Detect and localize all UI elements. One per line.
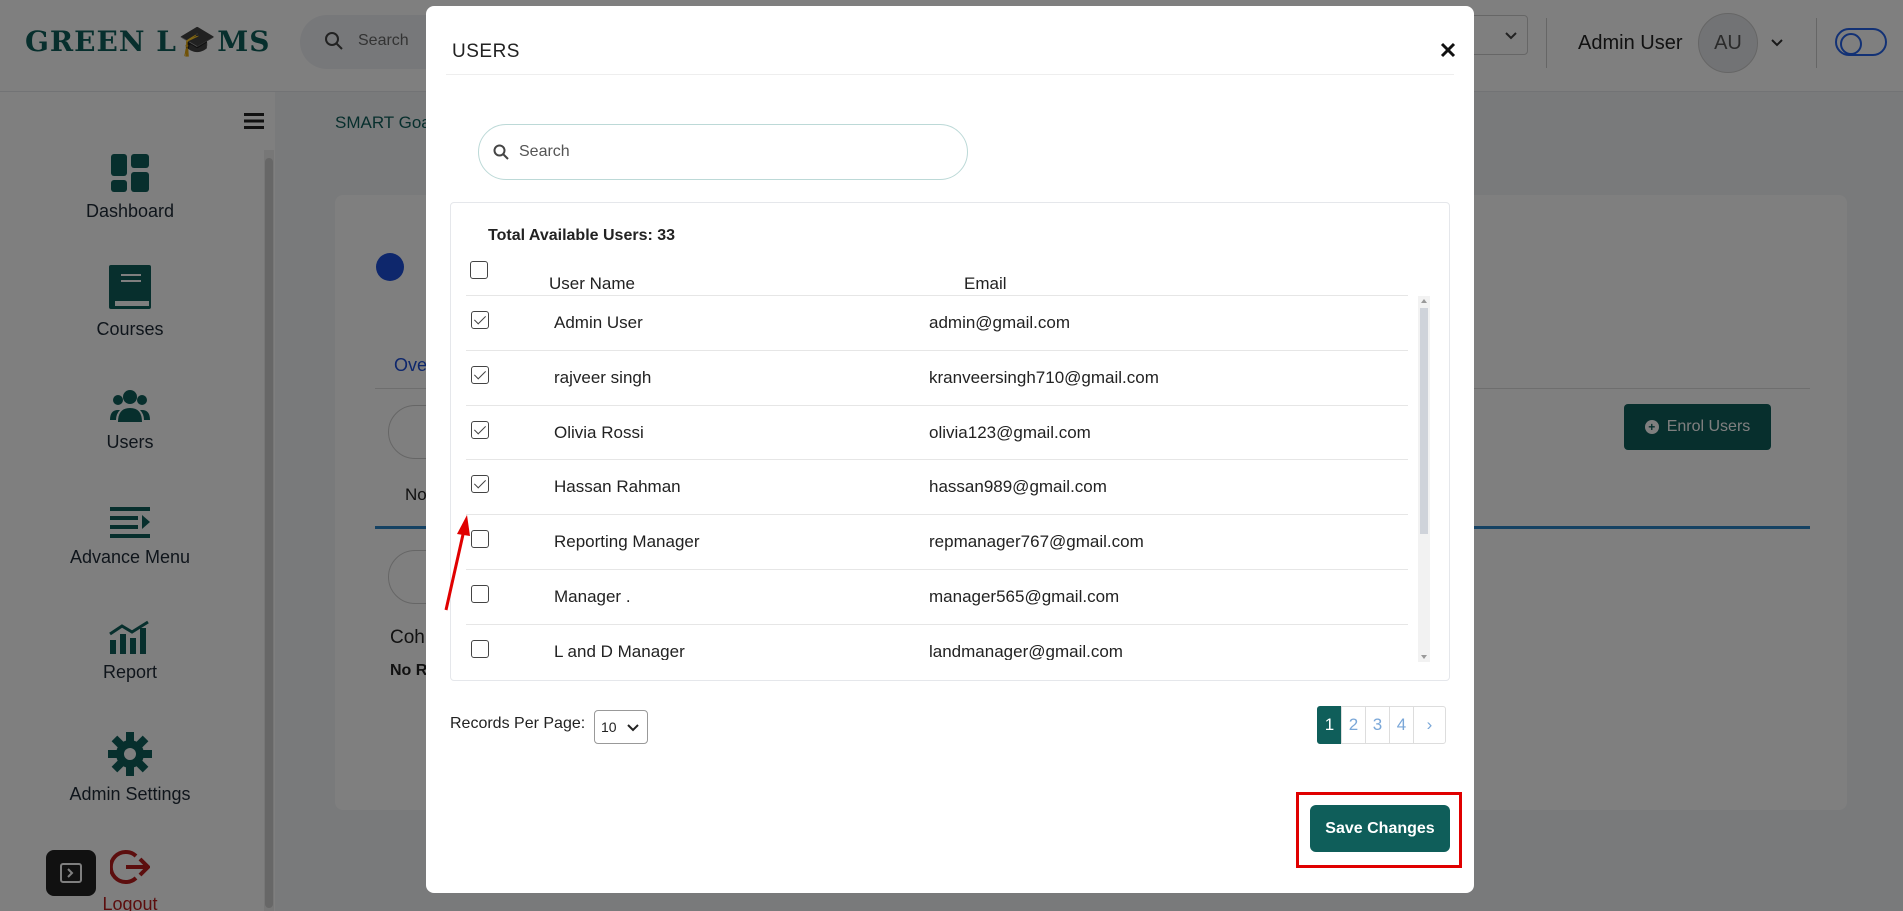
table-row[interactable]: Olivia Rossi olivia123@gmail.com: [466, 405, 1408, 460]
user-search-input[interactable]: [519, 137, 949, 167]
table-row[interactable]: rajveer singh kranveersingh710@gmail.com: [466, 350, 1408, 405]
total-users-label: Total Available Users: 33: [488, 227, 676, 244]
user-name-cell: Hassan Rahman: [554, 477, 681, 496]
user-name-cell: Admin User: [554, 313, 643, 332]
user-email-cell: hassan989@gmail.com: [929, 477, 1107, 496]
select-all-checkbox[interactable]: [470, 261, 488, 279]
table-row[interactable]: Hassan Rahman hassan989@gmail.com: [466, 459, 1408, 514]
column-header-email[interactable]: Email: [964, 274, 1007, 294]
annotation-arrow-icon: [444, 515, 470, 611]
page-button-3[interactable]: 3: [1365, 706, 1390, 744]
page-button-2[interactable]: 2: [1341, 706, 1366, 744]
records-per-page-label: Records Per Page:: [450, 715, 586, 732]
row-checkbox[interactable]: [471, 475, 489, 493]
user-email-cell: repmanager767@gmail.com: [929, 532, 1144, 551]
table-row[interactable]: Manager . manager565@gmail.com: [466, 569, 1408, 624]
user-name-cell: Olivia Rossi: [554, 423, 644, 442]
user-name-cell: Reporting Manager: [554, 532, 700, 551]
table-row[interactable]: L and D Manager landmanager@gmail.com: [466, 624, 1408, 660]
next-page-button[interactable]: ›: [1413, 706, 1446, 744]
scroll-up-icon[interactable]: [1421, 299, 1427, 303]
user-name-cell: Manager .: [554, 587, 631, 606]
user-email-cell: admin@gmail.com: [929, 313, 1071, 332]
table-scrollbar[interactable]: [1418, 296, 1430, 662]
users-modal: USERS Total Available Users: 33 User Nam…: [426, 6, 1474, 893]
user-name-cell: L and D Manager: [554, 642, 685, 660]
row-checkbox[interactable]: [471, 366, 489, 384]
user-email-cell: olivia123@gmail.com: [929, 423, 1091, 442]
user-email-cell: kranveersingh710@gmail.com: [929, 368, 1159, 387]
close-icon[interactable]: [1438, 40, 1458, 60]
user-email-cell: landmanager@gmail.com: [929, 642, 1123, 660]
user-email-cell: manager565@gmail.com: [929, 587, 1120, 606]
pagination: 1 2 3 4 ›: [1317, 706, 1446, 744]
scrollbar-thumb[interactable]: [1420, 308, 1428, 534]
search-icon: [493, 144, 509, 160]
scroll-down-icon[interactable]: [1421, 655, 1427, 659]
page-button-1[interactable]: 1: [1317, 706, 1342, 744]
page-button-4[interactable]: 4: [1389, 706, 1414, 744]
row-checkbox[interactable]: [471, 421, 489, 439]
users-list[interactable]: Admin User admin@gmail.com rajveer singh…: [466, 295, 1426, 660]
annotation-highlight-box: [1296, 792, 1462, 868]
column-header-user-name[interactable]: User Name: [549, 274, 635, 294]
modal-title: USERS: [452, 41, 520, 62]
row-checkbox[interactable]: [471, 640, 489, 658]
chevron-down-icon: [627, 724, 639, 732]
user-name-cell: rajveer singh: [554, 368, 652, 387]
table-row[interactable]: Reporting Manager repmanager767@gmail.co…: [466, 514, 1408, 569]
records-per-page-value: 10: [601, 719, 617, 735]
user-search[interactable]: [478, 124, 968, 180]
row-checkbox[interactable]: [471, 311, 489, 329]
records-per-page-select[interactable]: 10: [594, 710, 648, 744]
table-row[interactable]: Admin User admin@gmail.com: [466, 295, 1408, 350]
divider: [446, 74, 1454, 75]
